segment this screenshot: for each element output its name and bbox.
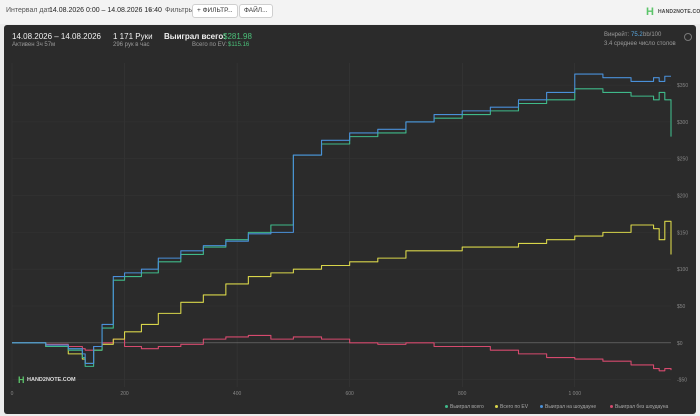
y-tick-label: $350 — [677, 83, 688, 89]
hand2note-watermark-icon: H — [18, 375, 25, 385]
non-showdown-series-line — [12, 334, 672, 372]
graph-panel: 14.08.2026 – 14.08.2026 Активен 3ч 57м 1… — [4, 25, 696, 414]
x-tick-label: 400 — [233, 391, 242, 397]
x-tick-label: 0 — [11, 391, 14, 397]
legend-ev-dot — [495, 405, 498, 409]
legend-won-label: Выиграл всего — [450, 404, 484, 410]
x-tick-label: 800 — [458, 391, 467, 397]
filters-label: Фильтры: — [165, 7, 196, 14]
brand-logo-text: HAND2NOTE.COM — [658, 9, 700, 15]
x-tick-label: 1 000 — [569, 391, 582, 397]
legend-showdown-dot — [540, 405, 543, 409]
hand2note-logo-icon: H — [646, 6, 654, 18]
watermark-logo: H HAND2NOTE.COM — [18, 375, 88, 385]
legend-won[interactable]: Выиграл всего — [445, 404, 484, 410]
legend-non-showdown-label: Выиграл без шоудауна — [615, 404, 669, 410]
showdown-series-line — [12, 73, 671, 364]
y-tick-label: $50 — [677, 304, 686, 310]
add-filter-button[interactable]: + ФИЛЬТР... — [192, 4, 238, 18]
chevron-down-icon[interactable]: ▾ — [148, 6, 152, 14]
legend-non-showdown[interactable]: Выиграл без шоудауна — [610, 404, 668, 410]
y-tick-label: $200 — [677, 194, 688, 200]
ev-series-line — [12, 220, 672, 364]
y-tick-label: $300 — [677, 120, 688, 126]
legend-showdown[interactable]: Выиграл на шоудауне — [540, 404, 596, 410]
toolbar: Интервал дат: 14.08.2026 0:00 – 14.08.20… — [0, 0, 700, 24]
y-tick-label: $250 — [677, 157, 688, 163]
legend-won-dot — [445, 405, 448, 409]
y-tick-label: -$50 — [677, 378, 687, 384]
x-tick-label: 200 — [120, 391, 129, 397]
y-tick-label: $100 — [677, 267, 688, 273]
y-tick-label: $0 — [677, 341, 683, 347]
bankroll-chart: 0 200 400 600 800 1 000 $350 $300 $250 $200 $150 $1… — [11, 63, 688, 397]
legend-showdown-label: Выиграл на шоудауне — [545, 404, 597, 410]
brand-logo: H HAND2NOTE.COM — [646, 6, 700, 18]
legend-ev[interactable]: Всего по EV — [495, 404, 528, 410]
watermark-text: HAND2NOTE.COM — [27, 377, 76, 383]
legend-non-showdown-dot — [610, 405, 613, 409]
file-button[interactable]: ФАЙЛ... — [239, 4, 273, 18]
legend-ev-label: Всего по EV — [500, 404, 529, 410]
x-tick-label: 600 — [345, 391, 354, 397]
interval-select[interactable]: 14.08.2026 0:00 – 14.08.2026 16:40 — [49, 7, 162, 14]
interval-label: Интервал дат: — [6, 7, 53, 14]
y-tick-label: $150 — [677, 230, 688, 236]
